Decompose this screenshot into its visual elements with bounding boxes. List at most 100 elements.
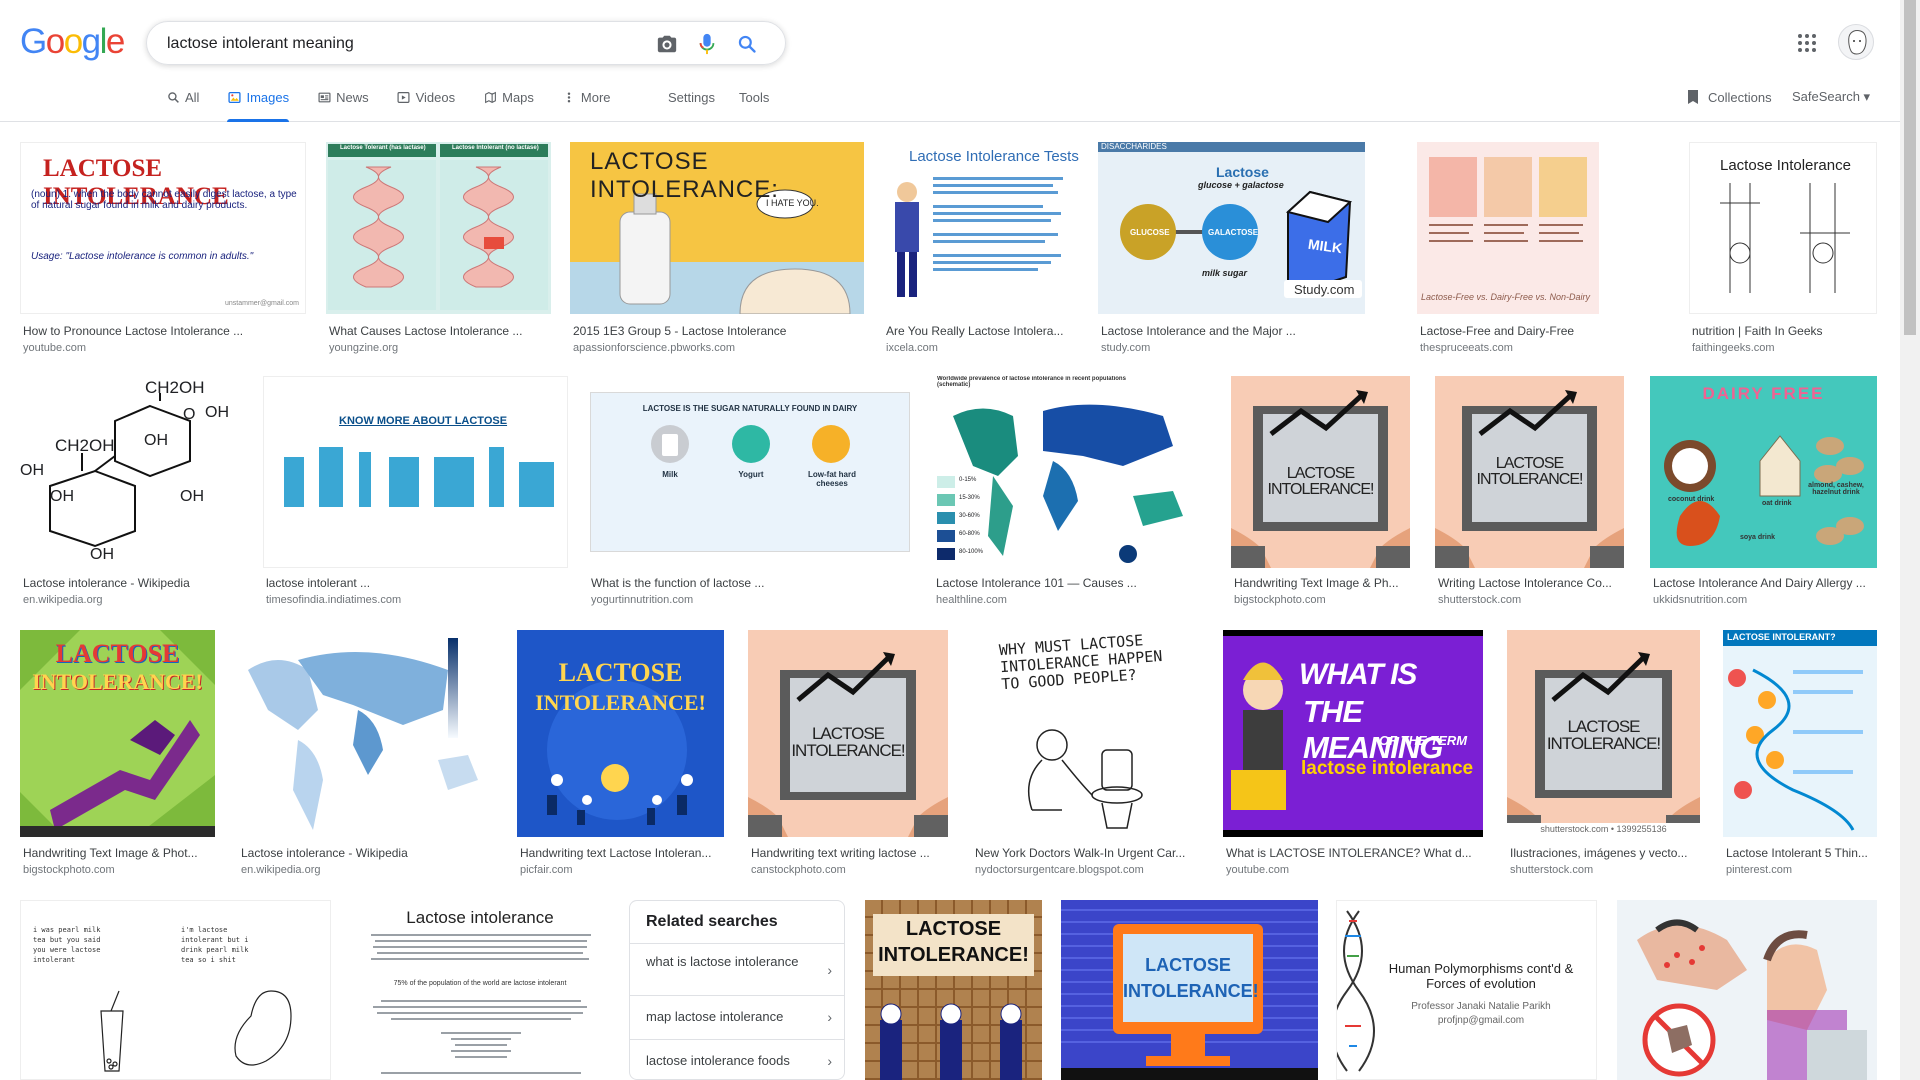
apps-grid-icon[interactable] [1795,31,1819,55]
scrollbar-thumb[interactable] [1904,0,1916,335]
tab-videos[interactable]: Videos [397,82,468,122]
logo-letter: o [45,22,65,61]
thumb-heading: LACTOSE INTOLERANCE! [1267,465,1375,498]
result-source: youtube.com [1226,864,1289,876]
chem-label: OH [180,488,204,505]
tools-link[interactable]: Tools [739,90,769,105]
camera-icon[interactable] [655,32,679,56]
google-logo[interactable]: Google [20,22,125,62]
image-result[interactable]: Lactose intolerance 75% of the populatio… [351,900,609,1080]
image-result[interactable]: LACTOSE INTOLERANCE! Handwriting Text Im… [20,630,215,880]
image-result[interactable]: Lactose-Free vs. Dairy-Free vs. Non-Dair… [1417,142,1599,357]
result-title: How to Pronounce Lactose Intolerance ... [23,324,244,338]
result-thumbnail: Worldwide prevalence of lactose intolera… [933,376,1209,568]
account-avatar[interactable] [1838,24,1874,60]
image-result[interactable]: WHAT IS THE MEANING OF THE TERM lactose … [1223,630,1483,880]
tab-more[interactable]: More [562,82,623,122]
chem-label: OH [20,462,44,479]
thumb-caption: i'm lactose intolerant but i drink pearl… [181,926,249,964]
thumb-heading: LACTOSE [558,658,683,687]
related-item[interactable]: what is lactose intolerance › [630,943,844,995]
tab-images[interactable]: Images [227,82,301,122]
thumb-caption: Lactose Tolerant (has lactase) [340,145,426,151]
image-result[interactable]: LACTOSE INTOLERANCE! Handwriting Text Im… [1231,376,1410,606]
image-result[interactable]: DAIRY FREE coconut drink oat drink almon… [1650,376,1877,606]
image-result[interactable]: KNOW MORE ABOUT LACTOSE lactose intolera… [263,376,568,606]
thumb-heading: THE MEANING [1303,694,1443,765]
related-searches-card: Related searches what is lactose intoler… [629,900,845,1080]
related-item-label: lactose intolerance foods [646,1053,790,1068]
image-result[interactable]: Lactose intolerance - Wikipedia en.wikip… [238,630,495,880]
tab-news[interactable]: News [317,82,381,122]
chem-label: OH [50,488,74,505]
thumb-caption: shutterstock.com • 1399255136 [1540,824,1667,834]
thumb-heading: DAIRY FREE [1702,384,1825,403]
result-source: en.wikipedia.org [241,864,321,876]
image-result[interactable]: LACTOSE INTOLERANCE! Handwriting text wr… [748,630,948,880]
image-result[interactable]: Lactose Intolerance nutrition | Faith In… [1689,142,1877,357]
legend-label: 0-15% [959,477,977,483]
safesearch-dropdown[interactable]: SafeSearch ▾ [1792,89,1870,105]
image-result[interactable]: LACTOSE INTOLERANCE! Writing Lactose Int… [1435,376,1624,606]
result-thumbnail: LACTOSE IS THE SUGAR NATURALLY FOUND IN … [588,376,912,568]
thumb-caption: DISACCHARIDES [1101,142,1167,151]
chem-label: OH [205,404,229,421]
image-result[interactable]: LACTOSE INTOLERANCE! [865,900,1042,1080]
chem-label: CH2OH [145,378,205,397]
result-thumbnail: CH2OH O OH CH2OH OH OH OH OH OH [20,376,242,568]
settings-link[interactable]: Settings [668,90,715,105]
image-result[interactable]: LACTOSE INTOLERANCE! [1061,900,1318,1080]
chem-label: CH2OH [55,436,115,455]
thumb-caption: Milk [662,470,678,479]
related-item-label: map lactose intolerance [646,1009,784,1024]
result-thumbnail [238,630,495,837]
image-result[interactable]: LACTOSE INTOLERANCE (noun) 1. when the b… [20,142,306,357]
result-title: 2015 1E3 Group 5 - Lactose Intolerance [573,324,787,338]
search-icon[interactable] [735,32,759,56]
related-item[interactable]: lactose intolerance foods › [630,1039,844,1079]
image-result[interactable] [1617,900,1877,1080]
thumb-heading: LACTOSE INTOLERANCE! [791,724,905,760]
image-result[interactable]: LACTOSE IS THE SUGAR NATURALLY FOUND IN … [588,376,912,606]
thumb-heading: LACTOSE INTOLERANCE! [878,918,1029,966]
result-thumbnail: LACTOSE INTOLERANCE: I HATE YOU. [570,142,864,314]
result-title: Are You Really Lactose Intolera... [886,324,1064,338]
image-result[interactable]: Human Polymorphisms cont'd & Forces of e… [1336,900,1597,1080]
search-icon [166,90,180,104]
image-result[interactable]: Worldwide prevalence of lactose intolera… [933,376,1209,606]
thumb-caption: LACTOSE INTOLERANT? [1727,632,1836,642]
image-result[interactable]: LACTOSE INTOLERANT? Lactose Intolerant 5… [1723,630,1877,880]
news-icon [317,90,331,104]
image-result[interactable]: DISACCHARIDES Lactose glucose + galactos… [1098,142,1365,357]
result-title: What is LACTOSE INTOLERANCE? What d... [1226,846,1472,860]
legend-label: 60-80% [959,531,980,537]
chem-label: O [183,406,196,423]
thumb-heading: Lactose Intolerance [1720,157,1851,174]
image-result[interactable]: Lactose Tolerant (has lactase) Lactose I… [326,142,551,357]
result-source: healthline.com [936,594,1007,606]
image-result[interactable]: LACTOSE INTOLERANCE! shutterstock.com • … [1507,630,1700,880]
image-result[interactable]: i was pearl milk tea but you said you we… [20,900,331,1080]
image-result[interactable]: LACTOSE INTOLERANCE! Handwriting text La… [517,630,724,880]
result-title: Handwriting Text Image & Ph... [1234,576,1399,590]
tab-label: Videos [415,90,456,105]
tab-all[interactable]: All [166,82,211,122]
thumb-caption: Lactose-Free vs. Dairy-Free vs. Non-Dair… [1421,292,1591,302]
result-source: shutterstock.com [1510,864,1594,876]
result-thumbnail: Lactose-Free vs. Dairy-Free vs. Non-Dair… [1417,142,1599,314]
search-input[interactable] [167,33,627,55]
image-result[interactable]: WHY MUST LACTOSE INTOLERANCE HAPPEN TO G… [972,630,1200,880]
thumb-caption: Lactose Intolerant (no lactase) [452,145,539,151]
tab-maps[interactable]: Maps [483,82,546,122]
image-result[interactable]: Lactose Intolerance Tests Are You Really… [883,142,1079,357]
thumb-caption: lactose intolerance [1301,758,1474,779]
image-result[interactable]: LACTOSE INTOLERANCE: I HATE YOU. 2015 1E… [570,142,864,357]
collections-button[interactable]: Collections [1686,89,1772,105]
microphone-icon[interactable] [695,32,719,56]
result-source: nydoctorsurgentcare.blogspot.com [975,864,1144,876]
result-source: study.com [1101,342,1151,354]
result-title: Lactose Intolerance 101 — Causes ... [936,576,1137,590]
thumb-heading: KNOW MORE ABOUT LACTOSE [339,415,508,427]
related-item[interactable]: map lactose intolerance › [630,995,844,1039]
image-result[interactable]: CH2OH O OH CH2OH OH OH OH OH OH Lactose … [20,376,242,606]
